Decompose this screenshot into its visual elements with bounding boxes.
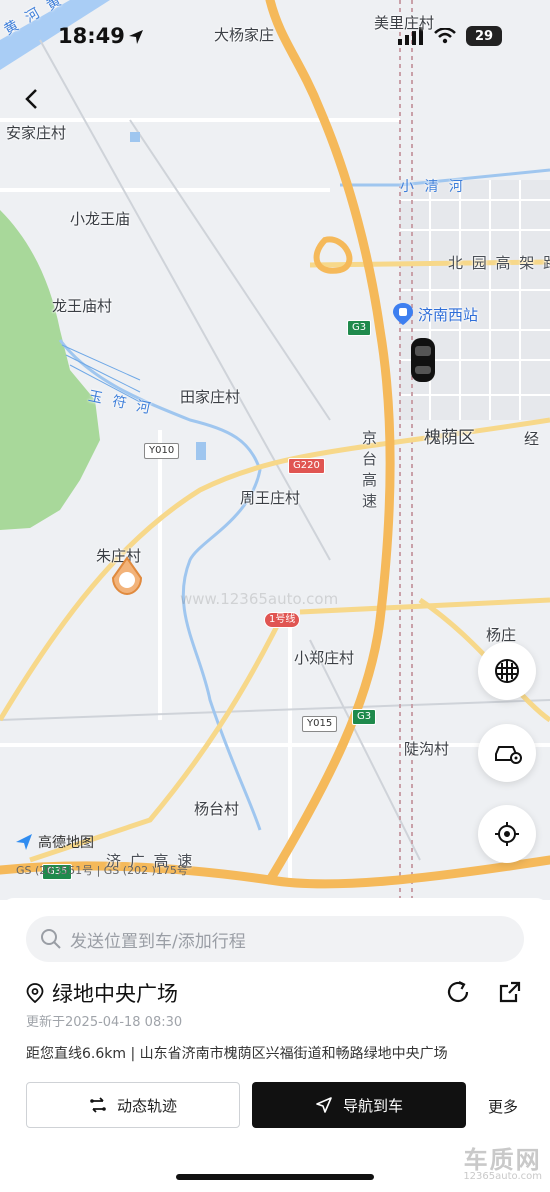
poi-label: 济南西站 — [418, 305, 479, 324]
map-label: 小郑庄村 — [294, 649, 355, 667]
chevron-left-icon — [25, 89, 37, 109]
location-pin-icon — [26, 983, 44, 1003]
back-button[interactable] — [16, 84, 46, 114]
refresh-button[interactable] — [444, 978, 472, 1006]
car-location-button[interactable] — [478, 724, 536, 782]
train-station-icon — [393, 303, 413, 325]
navigation-arrow-icon — [316, 1097, 332, 1113]
metro-shield: 1号线 — [264, 612, 301, 628]
corner-watermark-url: 12365auto.com — [463, 1171, 542, 1182]
corner-watermark: 车质网 12365auto.com — [463, 1148, 542, 1182]
locate-icon — [495, 822, 519, 846]
track-button-label: 动态轨迹 — [116, 1096, 177, 1115]
map-canvas — [0, 0, 550, 900]
search-icon — [41, 929, 61, 949]
river-label: 小 清 河 — [400, 179, 466, 195]
highway-shield: G3 — [347, 320, 372, 336]
share-button[interactable] — [496, 978, 524, 1006]
map-view[interactable]: 18:49 29 大杨家庄 美里庄村 安家庄村 小龙王庙 龙王庙村 田家庄村 周… — [0, 0, 550, 900]
road-shield: Y015 — [302, 716, 338, 732]
more-button[interactable]: 更多 — [488, 1096, 518, 1117]
district-label: 槐荫区 — [424, 428, 475, 448]
wifi-icon — [434, 28, 456, 44]
map-label: 大杨家庄 — [214, 26, 275, 44]
map-license: GS (20 )551号 | GS (202 )175号 — [16, 864, 188, 877]
status-time: 18:49 — [58, 24, 125, 48]
navigate-button[interactable]: 导航到车 — [252, 1082, 466, 1128]
navigate-button-label: 导航到车 — [342, 1096, 403, 1115]
highway-shield: G220 — [288, 458, 325, 474]
place-title: 绿地中央广场 — [26, 978, 178, 1008]
map-label: 杨台村 — [194, 800, 240, 818]
car-marker-icon[interactable] — [408, 336, 438, 384]
road-label: 京台高速 — [362, 429, 380, 510]
highway-shield: G3 — [352, 709, 377, 725]
amap-logo-text: 高德地图 — [38, 835, 94, 851]
road-shield: Y010 — [144, 443, 180, 459]
map-label: 陡沟村 — [404, 740, 450, 758]
map-label: 田家庄村 — [180, 388, 241, 406]
amap-logo-icon — [16, 834, 32, 850]
share-icon — [499, 981, 521, 1003]
car-location-icon — [495, 746, 522, 764]
map-label: 小龙王庙 — [70, 210, 131, 228]
home-indicator[interactable] — [176, 1174, 374, 1180]
grid-icon — [495, 659, 519, 683]
place-name: 绿地中央广场 — [52, 982, 178, 1006]
destination-pin-icon[interactable] — [110, 556, 144, 596]
battery-indicator: 29 — [466, 26, 502, 46]
bottom-sheet: 发送位置到车/添加行程 绿地中央广场 更新于2025-04-18 08:30 距… — [0, 898, 550, 1192]
distance-address: 距您直线6.6km | 山东省济南市槐荫区兴福街道和畅路绿地中央广场 — [26, 1046, 448, 1062]
track-button[interactable]: 动态轨迹 — [26, 1082, 240, 1128]
updated-time: 更新于2025-04-18 08:30 — [26, 1015, 183, 1030]
route-icon — [90, 1097, 106, 1113]
grid-button[interactable] — [478, 642, 536, 700]
map-label: 周王庄村 — [240, 489, 301, 507]
corner-watermark-title: 车质网 — [463, 1146, 542, 1174]
map-label: 安家庄村 — [6, 124, 67, 142]
map-label: 美里庄村 — [374, 14, 435, 32]
map-label: 龙王庙村 — [52, 297, 113, 315]
watermark: www.12365auto.com — [180, 590, 339, 608]
poi-marker[interactable]: 济南西站 — [392, 302, 478, 326]
locate-button[interactable] — [478, 805, 536, 863]
location-arrow-icon — [129, 30, 143, 44]
send-location-search[interactable]: 发送位置到车/添加行程 — [26, 916, 524, 962]
search-placeholder: 发送位置到车/添加行程 — [70, 931, 246, 952]
map-label: 经 — [524, 430, 540, 448]
amap-logo: 高德地图 — [14, 832, 94, 852]
refresh-icon — [447, 981, 469, 1003]
road-label: 北 园 高 架 路 — [448, 254, 550, 272]
